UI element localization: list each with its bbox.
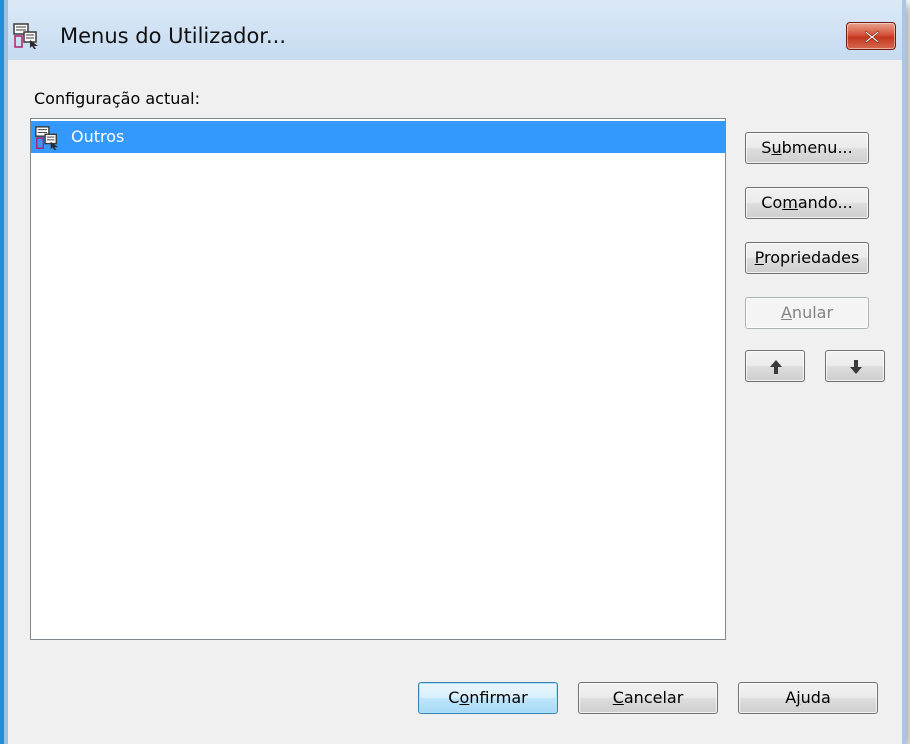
menu-tree-list[interactable]: Outros <box>30 118 726 640</box>
close-icon <box>864 30 880 44</box>
move-down-button[interactable] <box>825 350 885 382</box>
current-config-label: Configuração actual: <box>34 89 200 108</box>
title-bar[interactable]: Menus do Utilizador... <box>8 0 902 60</box>
close-button[interactable] <box>846 22 896 50</box>
list-item-label: Outros <box>71 127 125 146</box>
confirmar-button[interactable]: Confirmar <box>418 682 558 714</box>
dialog-client-area: Configuração actual: Outros Submenu... C… <box>8 60 902 744</box>
dialog-window: Menus do Utilizador... Configuração actu… <box>0 0 906 744</box>
arrow-up-icon <box>770 360 782 374</box>
window-title: Menus do Utilizador... <box>60 24 287 48</box>
ajuda-button[interactable]: Ajuda <box>738 682 878 714</box>
comando-button[interactable]: Comando... <box>745 187 869 219</box>
submenu-button[interactable]: Submenu... <box>745 132 869 164</box>
propriedades-button[interactable]: Propriedades <box>745 242 869 274</box>
menu-app-icon <box>12 22 40 50</box>
list-item-outros[interactable]: Outros <box>31 121 725 153</box>
arrow-down-icon <box>850 360 862 374</box>
anular-button[interactable]: Anular <box>745 297 869 329</box>
menu-icon <box>34 125 60 151</box>
move-up-button[interactable] <box>745 350 805 382</box>
cancelar-button[interactable]: Cancelar <box>578 682 718 714</box>
